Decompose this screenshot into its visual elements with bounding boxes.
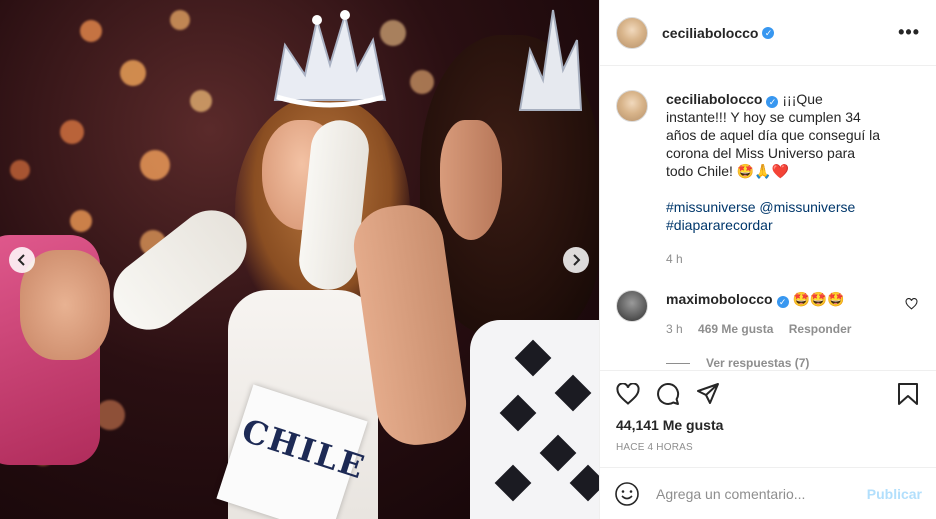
post-header: ceciliabolocco ✓ ••• bbox=[600, 0, 936, 67]
view-replies-line bbox=[666, 362, 690, 364]
action-bar bbox=[600, 370, 936, 416]
reply-timestamp[interactable]: 3 h bbox=[666, 322, 683, 336]
publish-button[interactable]: Publicar bbox=[867, 486, 922, 502]
more-options-button[interactable]: ••• bbox=[898, 22, 920, 43]
verified-badge-icon: ✓ bbox=[766, 96, 779, 109]
share-button[interactable] bbox=[696, 382, 720, 406]
previous-photo-button[interactable] bbox=[9, 247, 35, 273]
verified-badge-icon: ✓ bbox=[776, 296, 789, 309]
comment-input[interactable] bbox=[656, 485, 867, 502]
comments-section: ceciliabolocco ✓ ¡¡¡Que instante!!! Y hoy… bbox=[600, 66, 936, 370]
save-button[interactable] bbox=[896, 382, 920, 406]
caption-avatar[interactable] bbox=[616, 90, 648, 123]
author-username[interactable]: ceciliabolocco bbox=[662, 25, 758, 41]
likes-count[interactable]: 44,141 Me gusta bbox=[600, 416, 936, 434]
bookmark-icon bbox=[898, 382, 918, 405]
crown-left-graphic bbox=[273, 10, 387, 108]
chevron-left-icon bbox=[17, 254, 25, 266]
caption-username[interactable]: ceciliabolocco bbox=[666, 91, 762, 107]
crown-right-graphic bbox=[518, 9, 583, 111]
hashtag-link[interactable]: #diapararecordar bbox=[666, 217, 773, 233]
hashtag-link[interactable]: #missuniverse bbox=[666, 199, 755, 215]
reply-button[interactable]: Responder bbox=[789, 322, 852, 336]
heart-icon bbox=[616, 382, 640, 405]
verified-badge-icon: ✓ bbox=[762, 26, 775, 39]
post-date[interactable]: HACE 4 HORAS bbox=[600, 442, 936, 453]
paper-plane-icon bbox=[697, 382, 719, 404]
post-side-panel: ceciliabolocco ✓ ••• ceciliabolocco ✓ ¡¡¡… bbox=[599, 0, 936, 519]
reply-username[interactable]: maximobolocco bbox=[666, 291, 773, 307]
like-comment-heart-icon[interactable] bbox=[905, 298, 918, 310]
chevron-right-icon bbox=[573, 254, 581, 266]
post-photo[interactable]: CHILE bbox=[0, 0, 599, 519]
mention-link[interactable]: @missuniverse bbox=[759, 199, 855, 215]
reply-comment: maximobolocco ✓ 🤩🤩🤩 3 h 469 Me gusta Resp… bbox=[616, 290, 920, 338]
like-button[interactable] bbox=[616, 382, 640, 406]
reply-likes[interactable]: 469 Me gusta bbox=[698, 322, 773, 336]
view-replies-button[interactable]: Ver respuestas (7) bbox=[666, 356, 920, 370]
caption-timestamp[interactable]: 4 h bbox=[666, 250, 886, 268]
author-avatar[interactable] bbox=[616, 16, 648, 49]
view-replies-label: Ver respuestas (7) bbox=[706, 356, 810, 371]
reply-avatar[interactable] bbox=[616, 290, 648, 323]
add-comment-bar: Publicar bbox=[600, 467, 936, 519]
instagram-post-modal: CHILE ceciliabolocco ✓ ••• ceciliabolocc… bbox=[0, 0, 936, 519]
comment-button[interactable] bbox=[656, 382, 680, 406]
next-photo-button[interactable] bbox=[563, 247, 589, 273]
comment-bubble-icon bbox=[657, 382, 680, 405]
caption-comment: ceciliabolocco ✓ ¡¡¡Que instante!!! Y hoy… bbox=[616, 90, 920, 268]
emoji-icon[interactable] bbox=[614, 481, 640, 507]
reply-text: 🤩🤩🤩 bbox=[788, 291, 845, 308]
